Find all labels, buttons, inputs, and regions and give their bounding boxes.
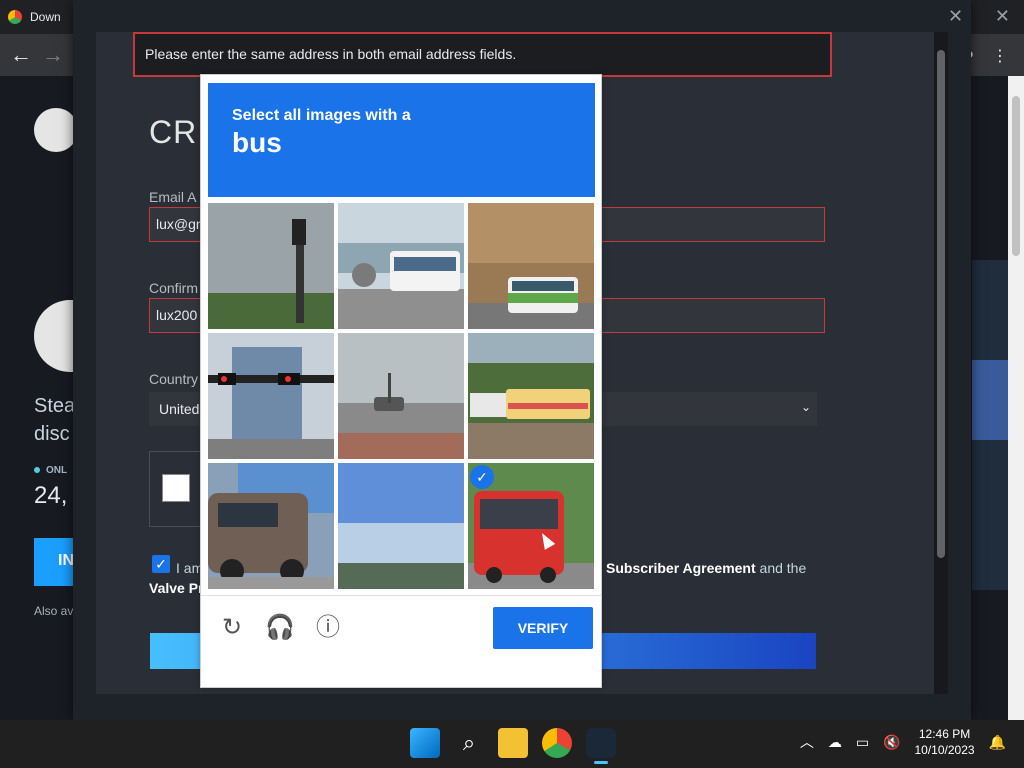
captcha-target: bus [232,127,282,158]
forward-arrow-icon[interactable]: → [40,42,66,68]
captcha-tile[interactable]: ✓ [468,463,594,589]
captcha-tile[interactable] [338,333,464,459]
valve-privacy-link[interactable]: Valve Pr [149,580,204,596]
captcha-tile[interactable] [338,463,464,589]
verify-button[interactable]: VERIFY [493,607,593,649]
audio-headphones-icon[interactable]: 🎧 [265,613,295,643]
monitor-icon[interactable]: ▭ [856,734,869,751]
search-icon[interactable]: ⌕ [454,728,484,758]
menu-kebab-icon[interactable]: ⋮ [992,46,1008,66]
confirm-email-label: Confirm [149,280,199,296]
clock[interactable]: 12:46 PM 10/10/2023 [915,726,975,758]
captcha-tile[interactable] [208,203,334,329]
volume-muted-icon[interactable]: 🔇 [883,734,900,751]
error-banner: Please enter the same address in both em… [133,32,832,77]
notification-bell-icon[interactable]: 🔔 [989,734,1006,751]
install-button[interactable]: IN [34,538,74,586]
chevron-down-icon: ⌄ [800,400,811,414]
captcha-tile[interactable] [468,203,594,329]
tab-favicon-icon [8,10,22,24]
system-tray: ︿ ☁ ▭ 🔇 12:46 PM 10/10/2023 🔔 [800,726,1006,758]
cloud-icon[interactable]: ☁ [828,734,842,751]
modal-close-icon[interactable]: ✕ [948,6,963,27]
online-label: ONL [34,465,67,476]
recaptcha-checkbox[interactable] [162,474,190,502]
agree-suffix: and the [755,560,807,576]
captcha-tile[interactable] [338,203,464,329]
clock-time: 12:46 PM [918,727,971,741]
page-title: CR [149,114,198,150]
side-panel-image [972,360,1008,440]
tile-selected-check-icon: ✓ [470,465,494,489]
country-label: Country [149,371,199,387]
info-icon[interactable]: ⓘ [313,613,343,643]
subscriber-agreement-link[interactable]: Subscriber Agreement [606,560,756,576]
modal-scrollbar[interactable] [934,32,948,694]
captcha-tile[interactable] [468,333,594,459]
background-heading: Stea disc [34,395,76,445]
page-scrollbar[interactable] [1008,76,1024,720]
online-count: 24, [34,482,68,509]
captcha-tile[interactable] [208,463,334,589]
reload-icon[interactable]: ↻ [217,613,247,643]
browser-tab[interactable]: Down [8,4,74,30]
taskbar: ⌕ ︿ ☁ ▭ 🔇 12:46 PM 10/10/2023 🔔 [0,720,1024,768]
clock-date: 10/10/2023 [914,743,975,757]
modal-scrollbar-thumb[interactable] [937,50,945,558]
start-menu-icon[interactable] [410,728,440,758]
captcha-tile[interactable] [208,333,334,459]
also-available-text: Also av [34,604,74,618]
country-value: United [159,401,200,417]
agree-checkbox[interactable]: ✓ [152,555,170,573]
email-label: Email A [149,189,197,205]
agree-text-link: Subscriber Agreement and the [606,560,806,576]
back-arrow-icon[interactable]: ← [8,42,34,68]
captcha-header: Select all images with a bus [208,83,595,197]
steam-icon[interactable] [586,728,616,764]
page-scrollbar-thumb[interactable] [1012,96,1020,256]
chevron-up-icon[interactable]: ︿ [800,732,814,752]
window-close-icon[interactable]: ✕ [995,6,1010,27]
recaptcha-challenge: Select all images with a bus ✓ ↻ 🎧 ⓘ VER… [200,74,602,688]
background-side-panel [972,260,1008,590]
tab-title: Down [30,10,61,24]
chrome-icon[interactable] [542,728,572,758]
captcha-instruction: Select all images with a [232,107,411,124]
captcha-footer-divider [201,595,601,596]
steam-logo-icon [34,108,78,152]
file-explorer-icon[interactable] [498,728,528,758]
